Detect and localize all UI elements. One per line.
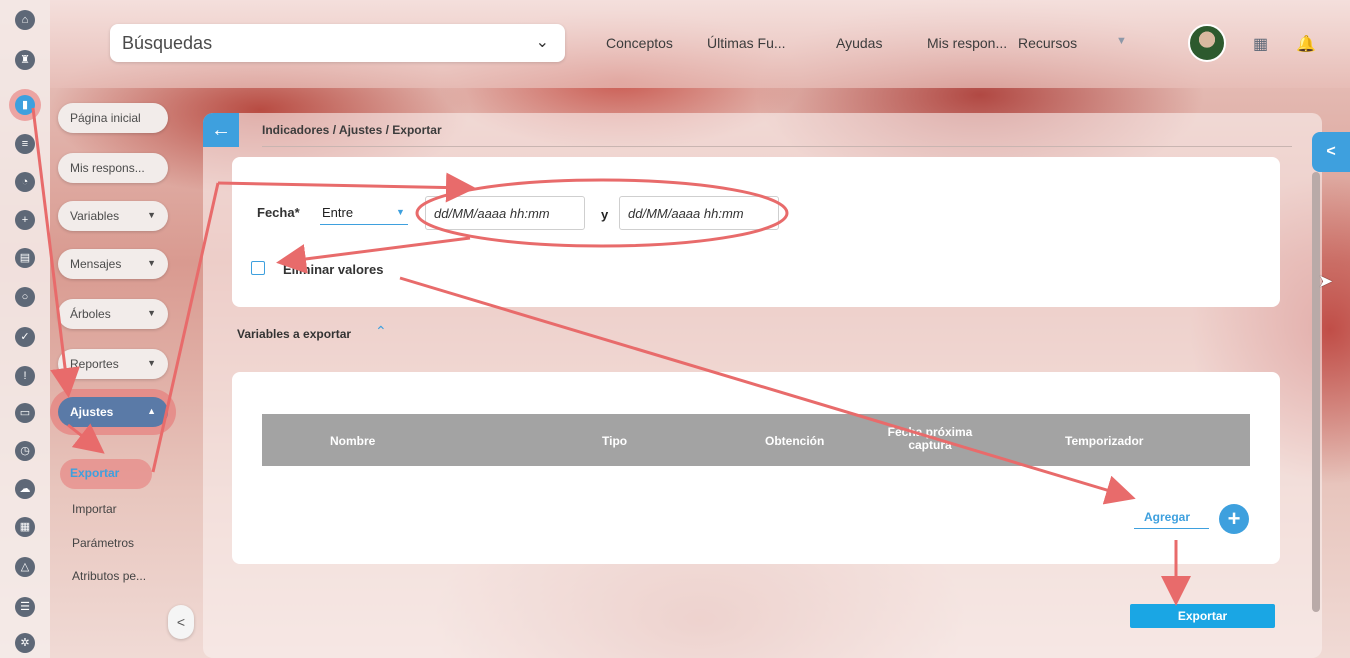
caret-down-icon: ▼ (147, 358, 156, 368)
column-header-tipo: Tipo (602, 434, 628, 448)
submenu-exportar[interactable]: Exportar (60, 459, 152, 489)
eliminar-valores-checkbox[interactable] (251, 261, 265, 275)
circle-icon[interactable]: ○ (15, 287, 35, 307)
chevron-down-icon: ⌄ (535, 34, 549, 51)
menu-variables[interactable]: Variables ▼ (58, 201, 168, 231)
menu-label: Reportes (70, 357, 119, 371)
menu-label: Mensajes (70, 257, 122, 271)
menu-label: Página inicial (70, 111, 141, 125)
monitor-icon[interactable]: ▭ (15, 403, 35, 423)
chevron-left-icon: < (1326, 143, 1336, 160)
gear-icon[interactable]: ✲ (15, 633, 35, 653)
search-label: Búsquedas (122, 33, 213, 53)
list-icon[interactable]: ☰ (15, 597, 35, 617)
nav-ayudas[interactable]: Ayudas (836, 35, 882, 51)
plus-box-icon[interactable]: + (15, 210, 35, 230)
equals-icon[interactable]: ≡ (15, 134, 35, 154)
menu-mis-respons[interactable]: Mis respons... (58, 153, 168, 183)
bell-icon[interactable]: 🔔 (1296, 34, 1316, 54)
menu-label: Variables (70, 209, 120, 223)
warning-icon[interactable]: ! (15, 366, 35, 386)
caret-down-icon: ▼ (147, 258, 156, 268)
eliminar-valores-label: Eliminar valores (283, 262, 384, 277)
column-header-temporizador: Temporizador (1065, 434, 1144, 448)
submenu-importar[interactable]: Importar (72, 502, 117, 516)
column-header-obtencion: Obtención (765, 434, 825, 448)
chevron-up-icon[interactable]: ⌃ (375, 323, 387, 340)
menu-arboles[interactable]: Árboles ▼ (58, 299, 168, 329)
filter-card (232, 157, 1280, 307)
caret-up-icon: ▲ (147, 406, 156, 416)
icon-rail: ⌂ ♜ ▮ ≡ ◔ + ▤ ○ ✓ ! ▭ ◷ ☁ ▦ △ ☰ ✲ (0, 0, 50, 658)
network-icon[interactable]: △ (15, 557, 35, 577)
operator-value: Entre (322, 205, 354, 220)
column-header-fecha-proxima: Fecha próxima captura (887, 425, 973, 452)
agregar-button[interactable]: Agregar (1144, 510, 1190, 524)
menu-pagina-inicial[interactable]: Página inicial (58, 103, 168, 133)
check-icon[interactable]: ✓ (15, 327, 35, 347)
caret-down-icon: ▼ (147, 308, 156, 318)
collapse-menu-button[interactable]: < (168, 605, 194, 639)
y-label: y (601, 207, 609, 222)
calendar-icon[interactable]: ▦ (15, 517, 35, 537)
caret-down-icon[interactable]: ▼ (1116, 35, 1127, 47)
section-title: Variables a exportar (237, 327, 352, 341)
arrow-left-icon: ← (211, 119, 231, 141)
fecha-label: Fecha* (257, 205, 300, 220)
exportar-button[interactable]: Exportar (1130, 604, 1275, 628)
breadcrumb: Indicadores / Ajustes / Exportar (262, 123, 442, 137)
nav-ultimas-funciones[interactable]: Últimas Fu... (707, 35, 786, 51)
table-header: Nombre Tipo Obtención Fecha próxima capt… (262, 414, 1250, 466)
menu-ajustes[interactable]: Ajustes ▲ (58, 397, 168, 427)
search-dropdown[interactable]: Búsquedas ⌄ (110, 24, 565, 62)
column-header-nombre: Nombre (330, 434, 376, 448)
variables-card (232, 372, 1280, 564)
caret-down-icon: ▼ (147, 210, 156, 220)
submenu-parametros[interactable]: Parámetros (72, 536, 134, 550)
chart-icon[interactable]: ▮ (15, 95, 35, 115)
menu-label: Mis respons... (70, 161, 145, 175)
submenu-atributos[interactable]: Atributos pe... (72, 569, 146, 583)
menu-label: Ajustes (70, 405, 114, 419)
clock-icon[interactable]: ◷ (15, 441, 35, 461)
date-to-input[interactable] (619, 196, 779, 230)
date-from-input[interactable] (425, 196, 585, 230)
side-panel-toggle[interactable]: < (1312, 132, 1350, 172)
nav-conceptos[interactable]: Conceptos (606, 35, 673, 51)
menu-label: Árboles (70, 307, 111, 321)
select-underline (320, 224, 408, 225)
nav-recursos[interactable]: Recursos (1018, 35, 1077, 51)
menu-mensajes[interactable]: Mensajes ▼ (58, 249, 168, 279)
caret-down-icon: ▼ (396, 207, 405, 217)
menu-reportes[interactable]: Reportes ▼ (58, 349, 168, 379)
nav-mis-responsabilidades[interactable]: Mis respon... (927, 35, 1007, 51)
agregar-underline (1134, 528, 1209, 529)
back-button[interactable]: ← (203, 113, 239, 147)
home-icon[interactable]: ⌂ (15, 10, 35, 30)
book-icon[interactable]: ▤ (15, 248, 35, 268)
mouse-cursor-icon: ➤ (1318, 271, 1334, 291)
cloud-icon[interactable]: ☁ (15, 479, 35, 499)
divider (262, 146, 1292, 147)
chevron-left-icon: < (176, 614, 186, 630)
add-icon[interactable]: + (1219, 504, 1249, 534)
annotation-arrow (67, 423, 105, 454)
chess-icon[interactable]: ♜ (15, 50, 35, 70)
scrollbar[interactable] (1312, 172, 1320, 612)
avatar[interactable] (1188, 24, 1226, 62)
pie-icon[interactable]: ◔ (15, 172, 35, 192)
calendar-icon[interactable]: ▦ (1253, 34, 1268, 54)
